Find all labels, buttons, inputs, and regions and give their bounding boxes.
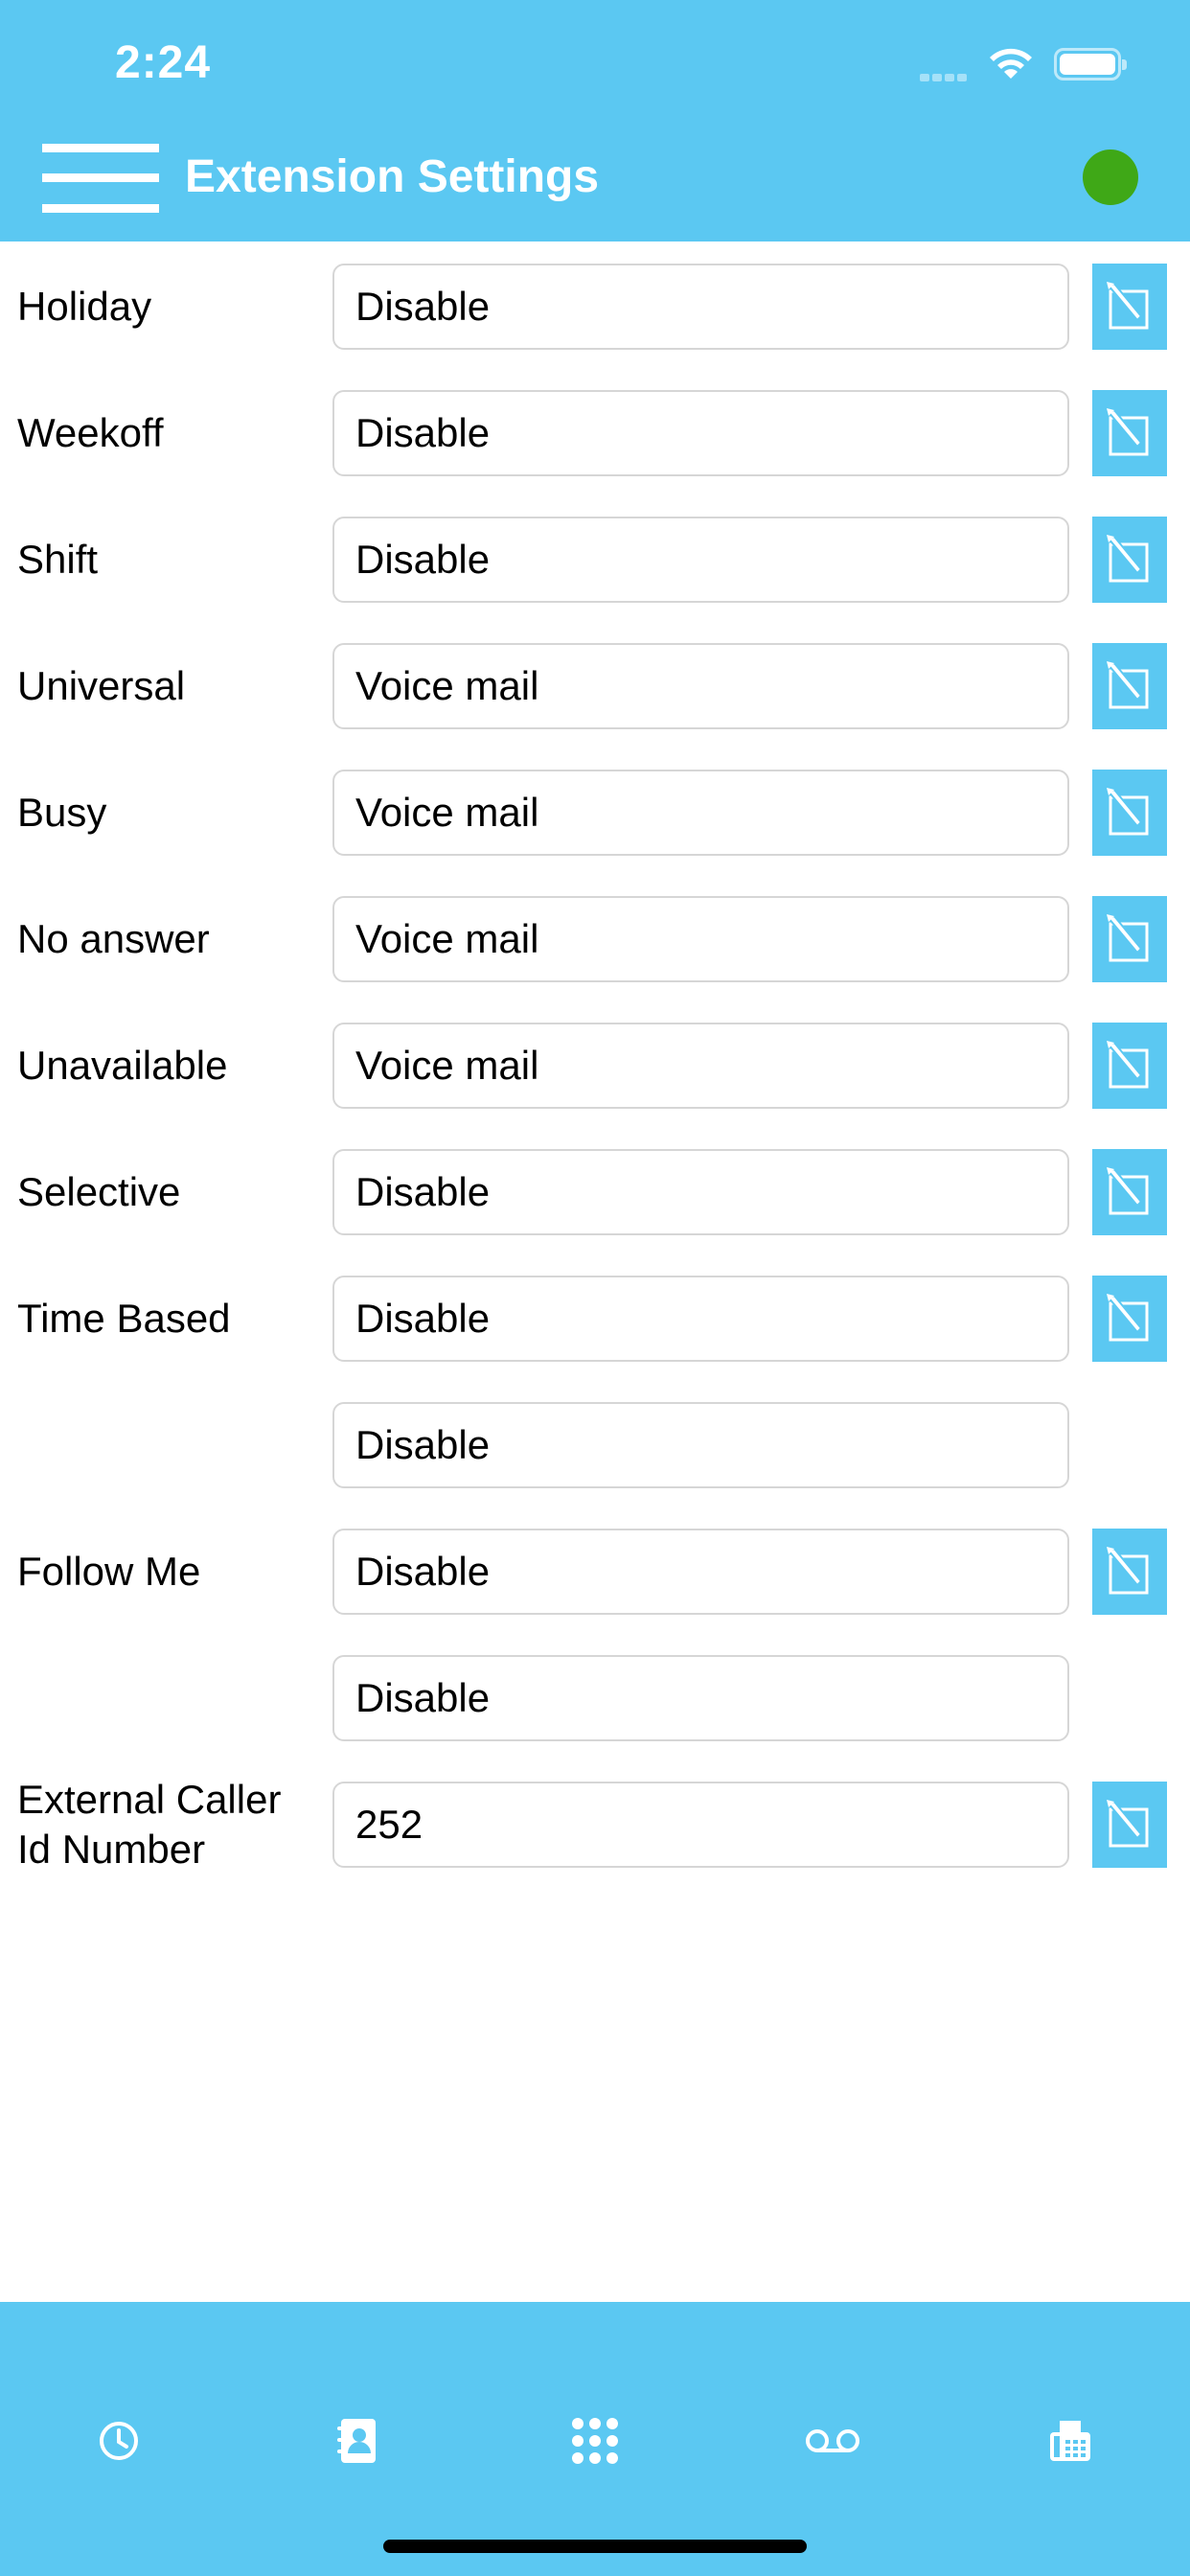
setting-label: Busy — [17, 790, 107, 835]
edit-icon — [1107, 661, 1149, 709]
cellular-signal-icon — [920, 69, 973, 81]
setting-value-field[interactable]: Disable — [332, 1402, 1069, 1488]
battery-icon — [1054, 48, 1127, 80]
tab-contacts[interactable] — [323, 2407, 390, 2474]
contacts-icon — [337, 2419, 376, 2463]
edit-icon — [1107, 282, 1149, 330]
tab-bar — [0, 2302, 1190, 2576]
tab-voicemail[interactable] — [799, 2407, 866, 2474]
setting-row-universal: Universal Voice mail — [0, 643, 1190, 729]
setting-label: Unavailable — [17, 1043, 228, 1088]
hamburger-menu-icon[interactable] — [42, 144, 159, 213]
edit-icon — [1107, 1041, 1149, 1089]
edit-icon — [1107, 1800, 1149, 1848]
edit-icon — [1107, 408, 1149, 456]
setting-value-field[interactable]: Disable — [332, 1529, 1069, 1615]
edit-button[interactable] — [1092, 1023, 1167, 1109]
setting-row-follow-me-secondary: Disable — [0, 1655, 1190, 1741]
edit-icon — [1107, 1167, 1149, 1215]
edit-button[interactable] — [1092, 770, 1167, 856]
setting-label: Universal — [17, 663, 186, 708]
edit-icon — [1107, 1294, 1149, 1342]
page-title: Extension Settings — [185, 151, 600, 202]
clock-icon — [100, 2422, 138, 2460]
setting-row-weekoff: Weekoff Disable — [0, 390, 1190, 476]
setting-value-field[interactable]: Voice mail — [332, 770, 1069, 856]
setting-value-field[interactable]: Disable — [332, 1149, 1069, 1235]
setting-row-busy: Busy Voice mail — [0, 770, 1190, 856]
setting-row-holiday: Holiday Disable — [0, 264, 1190, 350]
setting-value-field[interactable]: Disable — [332, 1655, 1069, 1741]
setting-label: Selective — [17, 1169, 181, 1214]
setting-row-external-caller-id: External Caller Id Number 252 — [0, 1777, 1190, 1872]
voicemail-icon — [806, 2429, 859, 2452]
setting-row-unavailable: Unavailable Voice mail — [0, 1023, 1190, 1109]
home-indicator — [383, 2540, 807, 2553]
setting-row-no-answer: No answer Voice mail — [0, 896, 1190, 982]
setting-label: Time Based — [17, 1296, 231, 1341]
setting-label: Weekoff — [17, 410, 164, 455]
edit-button[interactable] — [1092, 1149, 1167, 1235]
edit-icon — [1107, 1547, 1149, 1595]
setting-label: Holiday — [17, 284, 152, 329]
setting-value-field[interactable]: 252 — [332, 1782, 1069, 1868]
tab-keypad[interactable] — [561, 2407, 629, 2474]
edit-button[interactable] — [1092, 517, 1167, 603]
edit-icon — [1107, 788, 1149, 836]
online-status-indicator — [1083, 150, 1138, 205]
edit-icon — [1107, 914, 1149, 962]
edit-button[interactable] — [1092, 264, 1167, 350]
setting-row-time-based: Time Based Disable — [0, 1276, 1190, 1362]
header-bar: 2:24 Extension Settings — [0, 0, 1190, 242]
setting-row-time-based-secondary: Disable — [0, 1402, 1190, 1488]
setting-label: No answer — [17, 916, 210, 961]
keypad-icon — [572, 2418, 618, 2464]
setting-value-field[interactable]: Voice mail — [332, 896, 1069, 982]
setting-value-field[interactable]: Disable — [332, 390, 1069, 476]
edit-button[interactable] — [1092, 643, 1167, 729]
setting-row-selective: Selective Disable — [0, 1149, 1190, 1235]
setting-label: External Caller Id Number — [17, 1777, 282, 1872]
setting-label: Follow Me — [17, 1549, 201, 1594]
setting-value-field[interactable]: Voice mail — [332, 643, 1069, 729]
tab-recents[interactable] — [85, 2407, 152, 2474]
edit-button[interactable] — [1092, 896, 1167, 982]
edit-button[interactable] — [1092, 1276, 1167, 1362]
edit-icon — [1107, 535, 1149, 583]
setting-value-field[interactable]: Disable — [332, 517, 1069, 603]
setting-label: Shift — [17, 537, 99, 582]
edit-button[interactable] — [1092, 1529, 1167, 1615]
setting-value-field[interactable]: Disable — [332, 264, 1069, 350]
edit-button[interactable] — [1092, 1782, 1167, 1868]
setting-row-shift: Shift Disable — [0, 517, 1190, 603]
wifi-icon — [990, 48, 1032, 79]
status-time: 2:24 — [115, 37, 212, 88]
edit-button[interactable] — [1092, 390, 1167, 476]
setting-row-follow-me: Follow Me Disable — [0, 1529, 1190, 1615]
setting-value-field[interactable]: Voice mail — [332, 1023, 1069, 1109]
fax-icon — [1050, 2421, 1090, 2461]
tab-fax[interactable] — [1037, 2407, 1104, 2474]
setting-value-field[interactable]: Disable — [332, 1276, 1069, 1362]
